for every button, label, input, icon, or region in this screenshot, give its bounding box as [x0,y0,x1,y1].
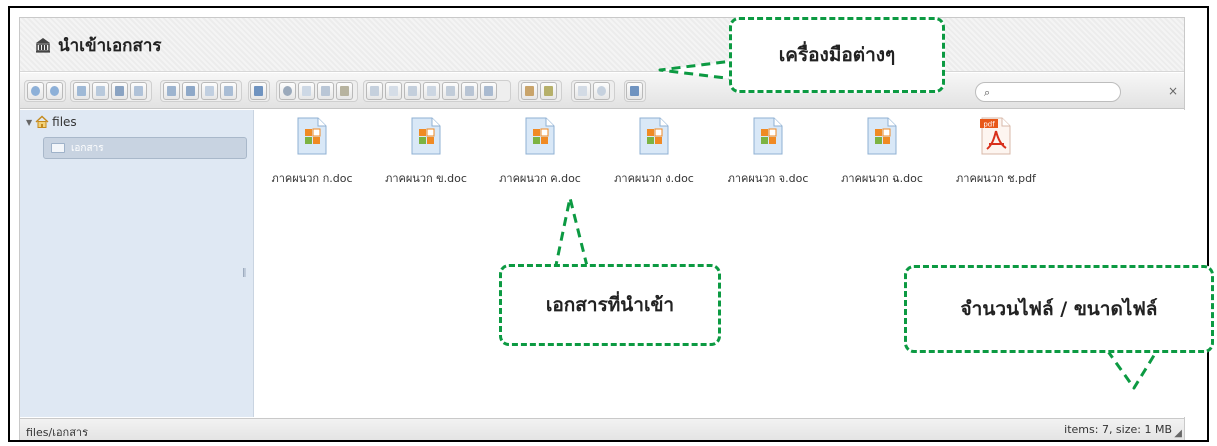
callout-imported: เอกสารที่นำเข้า [499,264,721,346]
callout-pointers [553,58,1174,390]
callout-tools-text: เครื่องมือต่างๆ [778,44,896,66]
callout-count-text: จำนวนไฟล์ / ขนาดไฟล์ [960,298,1158,320]
callout-count: จำนวนไฟล์ / ขนาดไฟล์ [904,265,1214,353]
callout-imported-pointer [553,196,590,272]
callout-tools: เครื่องมือต่างๆ [729,17,945,93]
callout-imported-text: เอกสารที่นำเข้า [545,294,675,316]
